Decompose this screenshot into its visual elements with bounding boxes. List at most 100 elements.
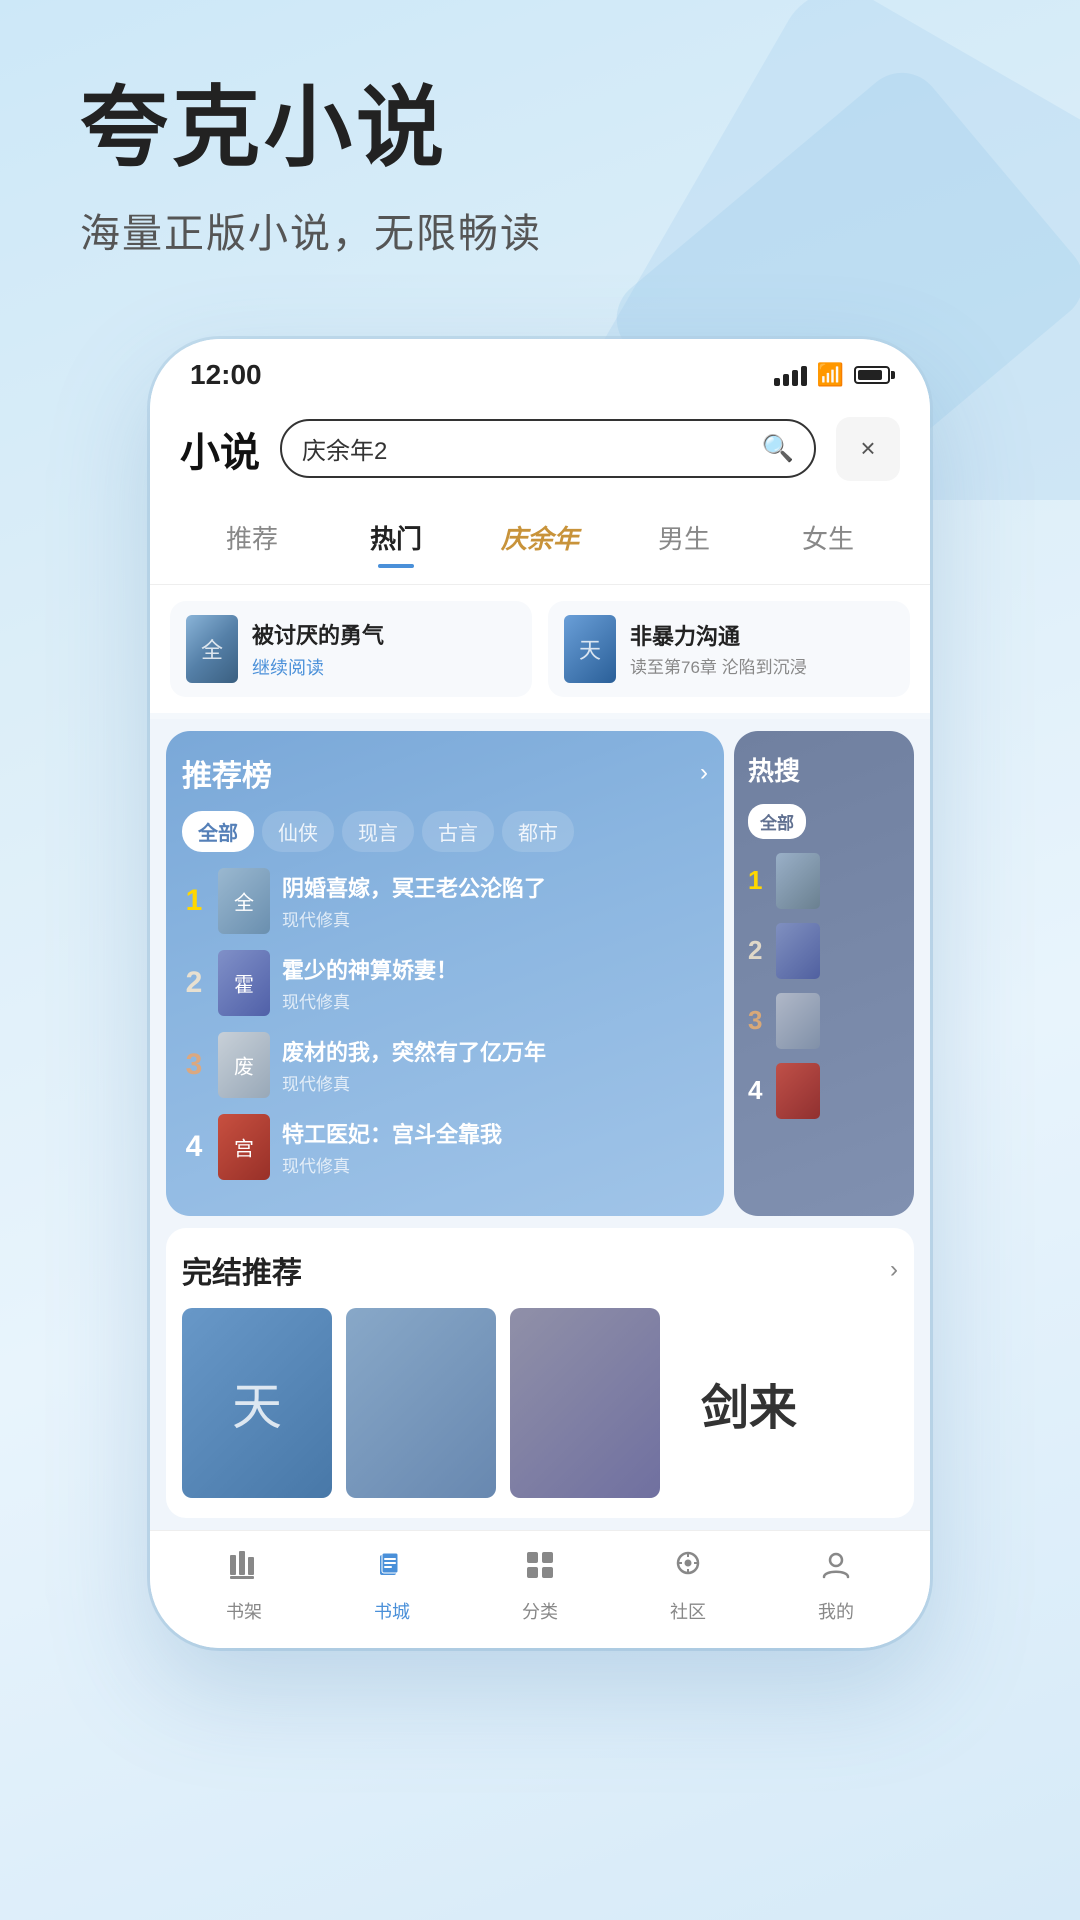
filter-modern[interactable]: 现言 [342,811,414,852]
recent-card-2[interactable]: 非暴力沟通 读至第76章 沦陷到沉浸 [548,601,910,697]
rank-book-title-2: 霍少的神算娇妻！ [282,953,708,985]
rank-book-title-3: 废材的我，突然有了亿万年 [282,1035,708,1067]
rank-num-3: 3 [182,1048,206,1082]
status-icons: 📶 [774,362,890,388]
rank-info-4: 特工医妃：宫斗全靠我 现代修真 [282,1117,708,1177]
rank-cover-4 [218,1114,270,1180]
book-thumb-2 [564,615,616,683]
ranking-title: 推荐榜 [182,751,272,795]
rank-item-2[interactable]: 2 霍少的神算娇妻！ 现代修真 [182,950,708,1016]
top-section: 夸克小说 海量正版小说，无限畅读 [0,0,1080,299]
hot-filter-all[interactable]: 全部 [748,804,806,839]
close-button[interactable]: × [836,417,900,481]
status-time: 12:00 [190,359,262,391]
nav-item-bookshelf[interactable]: 书架 [170,1547,318,1624]
rank-item-4[interactable]: 4 特工医妃：宫斗全靠我 现代修真 [182,1114,708,1180]
hot-rank-num-3: 3 [748,1005,768,1036]
rank-item-1[interactable]: 1 阴婚喜嫁，冥王老公沦陷了 现代修真 [182,868,708,934]
two-columns: 推荐榜 › 全部 仙侠 现言 古言 都市 1 [166,731,914,1216]
filter-ancient[interactable]: 古言 [422,811,494,852]
tab-recommend[interactable]: 推荐 [180,511,324,564]
rank-book-title-4: 特工医妃：宫斗全靠我 [282,1117,708,1149]
hot-rank-num-2: 2 [748,935,768,966]
hot-cover-4 [776,1063,820,1119]
comp-cover-1 [182,1308,332,1498]
status-bar: 12:00 📶 [150,339,930,401]
rank-book-tag-4: 现代修真 [282,1152,708,1177]
recent-card-1[interactable]: 被讨厌的勇气 继续阅读 [170,601,532,697]
hot-search-filters: 全部 [748,804,900,839]
ranking-section: 推荐榜 › 全部 仙侠 现言 古言 都市 1 [166,731,724,1216]
hot-rank-item-1[interactable]: 1 [748,853,900,909]
tab-special[interactable]: 庆余年 [468,511,612,564]
recent-desc-2: 读至第76章 沦陷到沉浸 [630,653,894,678]
close-icon: × [860,433,875,464]
signal-icon [774,364,807,386]
phone-frame: 12:00 📶 小说 庆余 [150,339,930,1648]
nav-label-community: 社区 [670,1598,706,1624]
nav-item-category[interactable]: 分类 [466,1547,614,1624]
hot-cover-1 [776,853,820,909]
nav-label-category: 分类 [522,1598,558,1624]
recent-info-1: 被讨厌的勇气 继续阅读 [252,618,516,680]
ranking-arrow[interactable]: › [700,759,708,787]
nav-label-bookcity: 书城 [374,1598,410,1624]
hot-rank-item-2[interactable]: 2 [748,923,900,979]
ranking-header: 推荐榜 › [182,751,708,795]
app-title: 夸克小说 [80,80,1000,177]
rank-book-tag-1: 现代修真 [282,906,708,931]
nav-label-profile: 我的 [818,1598,854,1624]
rank-book-tag-3: 现代修真 [282,1070,708,1095]
rank-num-4: 4 [182,1130,206,1164]
search-bar[interactable]: 庆余年2 🔍 [280,419,816,478]
comp-book-1[interactable] [182,1308,332,1498]
completed-section: 完结推荐 › [166,1228,914,1518]
rank-num-1: 1 [182,884,206,918]
recent-title-2: 非暴力沟通 [630,619,894,651]
hot-rank-num-1: 1 [748,865,768,896]
nav-item-community[interactable]: 社区 [614,1547,762,1624]
search-icon[interactable]: 🔍 [762,433,794,464]
nav-tabs: 推荐 热门 庆余年 男生 女生 [150,501,930,585]
rank-num-2: 2 [182,966,206,1000]
comp-cover-3 [510,1308,660,1498]
completed-arrow[interactable]: › [890,1256,898,1284]
tab-hot[interactable]: 热门 [324,511,468,564]
tab-female[interactable]: 女生 [756,511,900,564]
phone-inner: 12:00 📶 小说 庆余 [150,339,930,1648]
nav-item-bookcity[interactable]: 书城 [318,1547,466,1624]
rank-info-1: 阴婚喜嫁，冥王老公沦陷了 现代修真 [282,871,708,931]
content-area: 推荐榜 › 全部 仙侠 现言 古言 都市 1 [150,719,930,1530]
comp-book-3[interactable] [510,1308,660,1498]
phone-wrapper: 12:00 📶 小说 庆余 [0,339,1080,1648]
comp-cover-2 [346,1308,496,1498]
filter-all[interactable]: 全部 [182,811,254,852]
comp-cover-4-text: 剑来 [701,1368,797,1438]
rank-item-3[interactable]: 3 废材的我，突然有了亿万年 现代修真 [182,1032,708,1098]
comp-book-4[interactable]: 剑来 [674,1308,824,1498]
wifi-icon: 📶 [817,362,844,388]
hot-search-header: 热搜 [748,751,900,788]
comp-book-2[interactable] [346,1308,496,1498]
hot-rank-item-4[interactable]: 4 [748,1063,900,1119]
community-icon [670,1547,706,1592]
completed-title: 完结推荐 [182,1248,302,1292]
rank-cover-1 [218,868,270,934]
filter-xianxia[interactable]: 仙侠 [262,811,334,852]
hot-rank-item-3[interactable]: 3 [748,993,900,1049]
nav-item-profile[interactable]: 我的 [762,1547,910,1624]
rank-cover-2 [218,950,270,1016]
completed-header: 完结推荐 › [182,1248,898,1292]
category-icon [522,1547,558,1592]
hot-cover-3 [776,993,820,1049]
recent-sub-1: 继续阅读 [252,654,516,680]
recent-reads: 被讨厌的勇气 继续阅读 非暴力沟通 读至第76章 沦陷到沉浸 [150,585,930,713]
rank-cover-3 [218,1032,270,1098]
nav-label-bookshelf: 书架 [226,1598,262,1624]
app-logo: 小说 [180,420,260,478]
search-query: 庆余年2 [302,431,752,466]
rank-info-2: 霍少的神算娇妻！ 现代修真 [282,953,708,1013]
tab-male[interactable]: 男生 [612,511,756,564]
battery-icon [854,366,890,384]
filter-urban[interactable]: 都市 [502,811,574,852]
